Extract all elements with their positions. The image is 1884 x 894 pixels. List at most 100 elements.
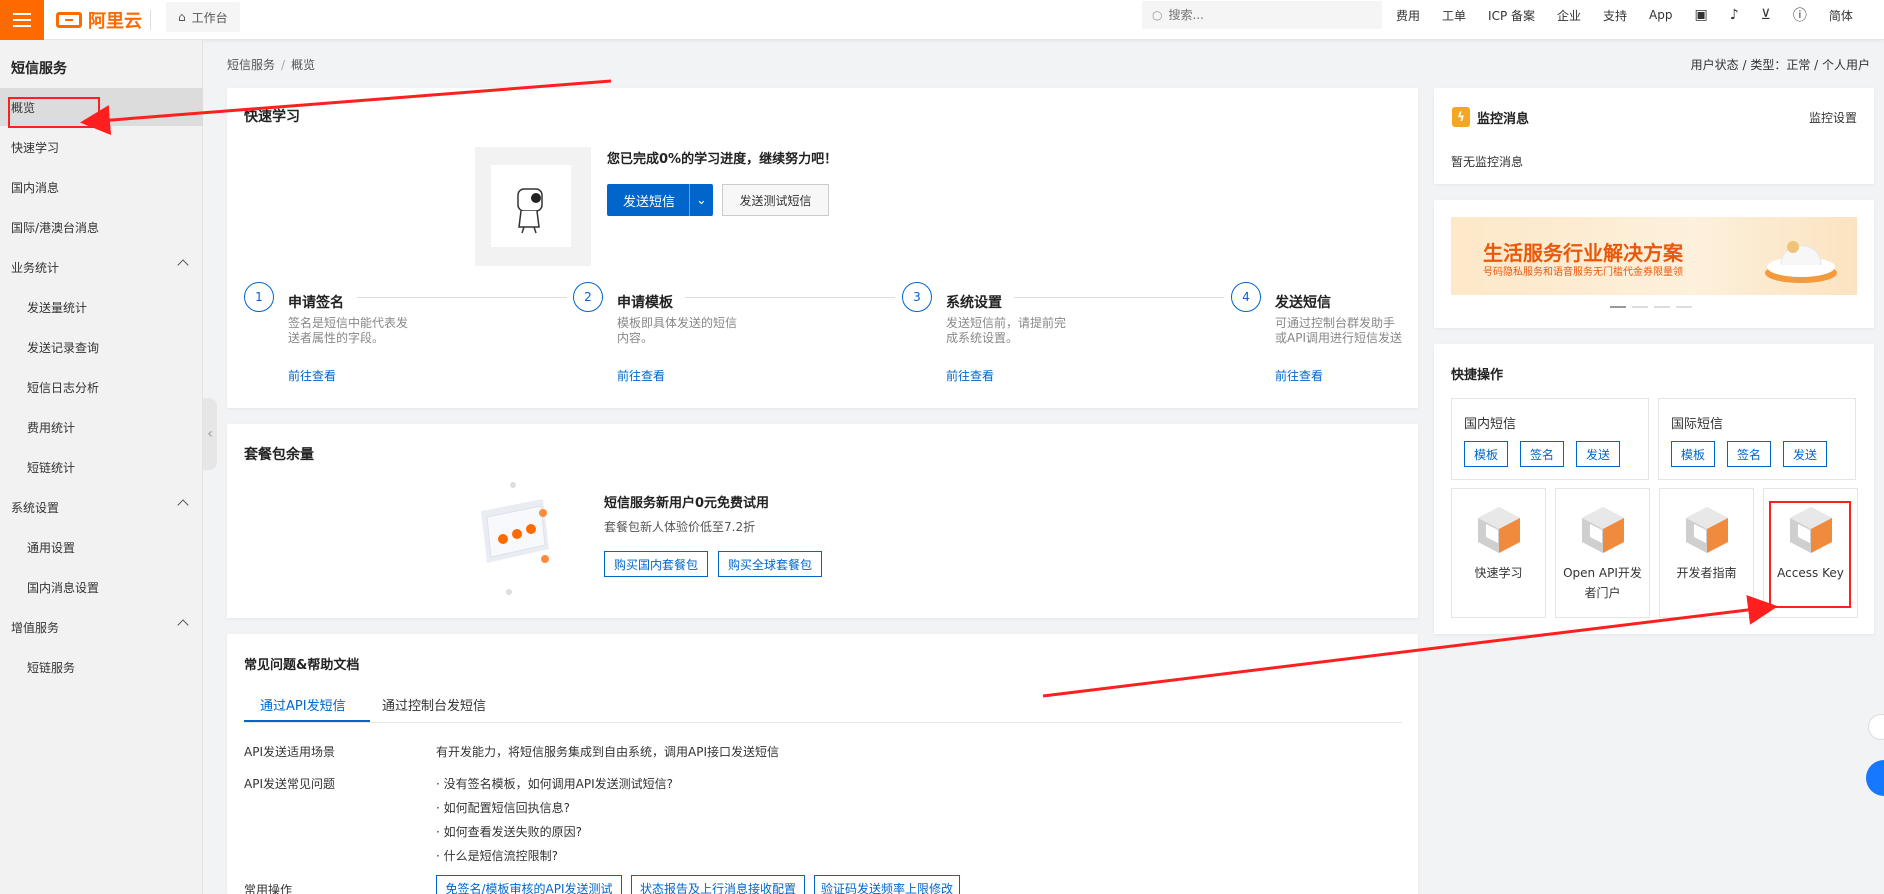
robot-image — [491, 165, 571, 247]
feedback-float-button[interactable] — [1868, 714, 1884, 740]
nav-icp[interactable]: ICP 备案 — [1488, 7, 1535, 24]
nav-enterprise[interactable]: 企业 — [1557, 7, 1581, 24]
nav-app[interactable]: App — [1649, 8, 1672, 22]
domestic-sign-button[interactable]: 签名 — [1520, 441, 1564, 467]
chevron-up-icon — [177, 259, 189, 271]
buy-domestic-package-button[interactable]: 购买国内套餐包 — [604, 551, 708, 577]
nav-support[interactable]: 支持 — [1603, 7, 1627, 24]
faq-card: 常见问题&帮助文档 通过API发短信 通过控制台发短信 API发送适用场景 有开… — [227, 634, 1418, 894]
assistant-float-button[interactable] — [1866, 760, 1884, 796]
nav-ticket[interactable]: 工单 — [1442, 7, 1466, 24]
workbench-button[interactable]: ⌂ 工作台 — [166, 2, 240, 32]
sidebar-group-stats[interactable]: 业务统计 — [0, 248, 203, 286]
sidebar-collapse-handle[interactable]: ‹ — [203, 398, 217, 470]
chevron-left-icon: ‹ — [207, 426, 213, 442]
aliyun-logo[interactable]: 阿里云 — [56, 6, 142, 34]
banner-dot[interactable] — [1610, 306, 1626, 308]
sidebar-item-cost-stats[interactable]: 费用统计 — [0, 408, 203, 446]
faq-label-scene: API发送适用场景 — [244, 745, 335, 759]
intl-sign-button[interactable]: 签名 — [1727, 441, 1771, 467]
tile-label: Access Key — [1777, 566, 1844, 580]
banner-dot[interactable] — [1676, 306, 1692, 308]
tile-dev-guide[interactable]: 开发者指南 — [1659, 488, 1754, 618]
step-1-link[interactable]: 前往查看 — [288, 367, 336, 384]
sidebar-item-quick-learn[interactable]: 快速学习 — [0, 128, 203, 166]
step-2-link[interactable]: 前往查看 — [617, 367, 665, 384]
send-test-sms-button[interactable]: 发送测试短信 — [722, 184, 829, 216]
bell-icon[interactable]: ♪ — [1730, 7, 1739, 23]
sidebar-item-label: 业务统计 — [11, 260, 60, 275]
sidebar-group-value-added[interactable]: 增值服务 — [0, 608, 203, 646]
sidebar-item-label: 发送量统计 — [27, 300, 88, 315]
faq-question-link[interactable]: · 如何查看发送失败的原因? — [436, 823, 582, 840]
breadcrumb: 短信服务 / 概览 — [227, 56, 315, 73]
sidebar-item-label: 国内消息设置 — [27, 580, 100, 595]
breadcrumb-root[interactable]: 短信服务 — [227, 58, 275, 72]
tab-api[interactable]: 通过API发短信 — [260, 695, 346, 714]
cart-icon[interactable]: ⊻ — [1761, 7, 1771, 23]
workbench-label: 工作台 — [191, 10, 228, 25]
faq-question-link[interactable]: · 如何配置短信回执信息? — [436, 799, 570, 816]
api-test-button[interactable]: 免签名/模板审核的API发送测试 — [436, 875, 622, 894]
cube-icon — [1581, 507, 1624, 553]
cube-icon — [1685, 507, 1728, 553]
sidebar: 短信服务 概览 快速学习 国内消息 国际/港澳台消息 业务统计 发送量统计 发送… — [0, 40, 203, 894]
step-4-desc: 可通过控制台群发助手或API调用进行短信发送 — [1275, 316, 1402, 345]
search-icon: ○ — [1152, 8, 1163, 22]
quick-learn-title: 快速学习 — [244, 109, 300, 125]
sidebar-item-overview[interactable]: 概览 — [0, 88, 203, 126]
user-state: 用户状态 / 类型：正常 / 个人用户 — [1690, 58, 1870, 72]
language-switch[interactable]: 简体 — [1829, 7, 1853, 24]
sidebar-title: 短信服务 — [11, 61, 67, 77]
sidebar-item-label: 短链服务 — [27, 660, 76, 675]
faq-question-link[interactable]: · 没有签名模板，如何调用API发送测试短信? — [436, 775, 673, 792]
banner-product-image — [1765, 241, 1837, 283]
progress-text: 您已完成0%的学习进度，继续努力吧！ — [607, 152, 838, 167]
step-4-number: 4 — [1231, 282, 1261, 312]
tile-quick-learn[interactable]: 快速学习 — [1451, 488, 1546, 618]
menu-icon[interactable] — [0, 0, 44, 40]
receipt-config-button[interactable]: 状态报告及上行消息接收配置 — [631, 875, 805, 894]
rate-limit-button[interactable]: 验证码发送频率上限修改 — [814, 875, 960, 894]
banner-dot[interactable] — [1632, 306, 1648, 308]
terminal-icon[interactable]: ▣ — [1695, 7, 1708, 23]
sidebar-item-shortlink-stats[interactable]: 短链统计 — [0, 448, 203, 486]
banner-dot[interactable] — [1654, 306, 1670, 308]
faq-label-questions: API发送常见问题 — [244, 777, 335, 791]
promo-banner[interactable]: 生活服务行业解决方案 号码隐私服务和语音服务无门槛代金券限量领 — [1451, 217, 1857, 295]
divider — [150, 10, 151, 30]
quick-ops-title: 快捷操作 — [1451, 368, 1504, 383]
sidebar-item-shortlink-service[interactable]: 短链服务 — [0, 648, 203, 686]
search-box[interactable]: ○ — [1142, 1, 1382, 29]
sidebar-item-send-volume[interactable]: 发送量统计 — [0, 288, 203, 326]
search-input[interactable] — [1168, 8, 1359, 22]
cube-icon — [1477, 507, 1520, 553]
tab-console[interactable]: 通过控制台发短信 — [382, 695, 486, 714]
send-sms-button[interactable]: 发送短信 ⌄ — [607, 184, 713, 216]
nav-billing[interactable]: 费用 — [1396, 7, 1420, 24]
breadcrumb-current: 概览 — [291, 58, 316, 72]
sidebar-item-general-settings[interactable]: 通用设置 — [0, 528, 203, 566]
help-icon[interactable]: ⓘ — [1793, 5, 1807, 25]
step-1-title: 申请签名 — [288, 295, 344, 311]
tile-access-key[interactable]: Access Key — [1763, 488, 1858, 618]
intl-template-button[interactable]: 模板 — [1671, 441, 1715, 467]
sidebar-item-domestic-settings[interactable]: 国内消息设置 — [0, 568, 203, 606]
faq-question-link[interactable]: · 什么是短信流控限制? — [436, 847, 558, 864]
step-3-link[interactable]: 前往查看 — [946, 367, 994, 384]
buy-global-package-button[interactable]: 购买全球套餐包 — [718, 551, 822, 577]
sidebar-group-settings[interactable]: 系统设置 — [0, 488, 203, 526]
sidebar-item-log-analysis[interactable]: 短信日志分析 — [0, 368, 203, 406]
banner-card: 生活服务行业解决方案 号码隐私服务和语音服务无门槛代金券限量领 — [1434, 200, 1874, 328]
sidebar-item-send-records[interactable]: 发送记录查询 — [0, 328, 203, 366]
sidebar-item-label: 短链统计 — [27, 460, 76, 475]
domestic-template-button[interactable]: 模板 — [1464, 441, 1508, 467]
intl-send-button[interactable]: 发送 — [1783, 441, 1827, 467]
sidebar-item-international[interactable]: 国际/港澳台消息 — [0, 208, 203, 246]
step-2-number: 2 — [573, 282, 603, 312]
step-4-link[interactable]: 前往查看 — [1275, 367, 1323, 384]
domestic-send-button[interactable]: 发送 — [1576, 441, 1620, 467]
sidebar-item-domestic[interactable]: 国内消息 — [0, 168, 203, 206]
monitor-settings-link[interactable]: 监控设置 — [1809, 109, 1857, 126]
tile-open-api[interactable]: Open API开发者门户 — [1555, 488, 1650, 618]
